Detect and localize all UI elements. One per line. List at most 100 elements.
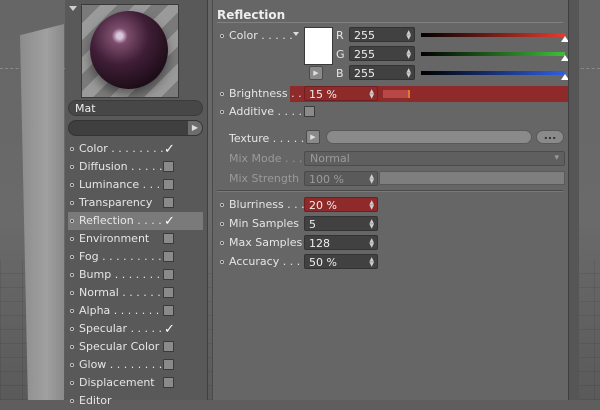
color-dropdown-icon[interactable]: [293, 32, 299, 36]
additive-label: Additive . . . .: [229, 105, 302, 118]
channel-checkbox[interactable]: [163, 269, 174, 280]
spinner-icon[interactable]: ▲ ▼: [369, 89, 374, 100]
channel-item[interactable]: Specular . . . . . ✓: [68, 320, 203, 338]
channel-checkbox[interactable]: [163, 305, 174, 316]
channel-dot-icon: [70, 309, 74, 313]
channel-item[interactable]: Luminance . . . .: [68, 176, 203, 194]
channel-item[interactable]: Alpha . . . . . . . .: [68, 302, 203, 320]
channel-checkbox[interactable]: [163, 341, 174, 352]
spinner-icon[interactable]: ▲ ▼: [369, 238, 374, 249]
material-name-field[interactable]: Mat: [68, 100, 203, 116]
channel-label: Editor: [79, 394, 112, 407]
channel-label: Diffusion . . . . .: [79, 160, 163, 173]
additive-keyframe-dot[interactable]: [220, 110, 224, 114]
max-samples-value: 128: [309, 237, 330, 250]
color-keyframe-dot[interactable]: [220, 34, 224, 38]
checkmark-icon[interactable]: ✓: [163, 215, 175, 228]
color-options-arrow-icon[interactable]: ▶: [309, 66, 323, 80]
channel-dot-icon: [70, 345, 74, 349]
channel-item[interactable]: Specular Color: [68, 338, 203, 356]
checkmark-icon[interactable]: ✓: [163, 143, 175, 156]
r-slider[interactable]: [421, 33, 565, 37]
mix-mode-dropdown[interactable]: Normal ▾: [304, 151, 565, 166]
accuracy-keyframe-dot[interactable]: [220, 260, 224, 264]
channel-item[interactable]: Bump . . . . . . . .: [68, 266, 203, 284]
blurriness-field[interactable]: 20 % ▲ ▼: [304, 197, 378, 212]
channel-item[interactable]: Diffusion . . . . .: [68, 158, 203, 176]
b-slider[interactable]: [421, 71, 565, 75]
mix-strength-value: 100 %: [309, 173, 344, 186]
channel-item[interactable]: Reflection . . . . ✓: [68, 212, 203, 230]
additive-checkbox[interactable]: [304, 106, 315, 117]
accuracy-label: Accuracy . . . .: [229, 255, 308, 268]
channel-checkbox[interactable]: [163, 251, 174, 262]
channel-label: Transparency: [79, 196, 153, 209]
color-swatch[interactable]: [304, 27, 333, 65]
texture-slot[interactable]: [326, 130, 532, 144]
r-field[interactable]: 255 ▲ ▼: [349, 27, 415, 42]
channel-label: Specular . . . . .: [79, 322, 163, 335]
checkmark-icon[interactable]: ✓: [163, 323, 175, 336]
channel-checkbox[interactable]: [163, 377, 174, 388]
min-samples-keyframe-dot[interactable]: [220, 222, 224, 226]
spinner-icon[interactable]: ▲ ▼: [406, 49, 411, 60]
brightness-slider-fill[interactable]: [383, 90, 410, 98]
blurriness-label: Blurriness . . . .: [229, 198, 312, 211]
channel-item[interactable]: Environment: [68, 230, 203, 248]
spinner-icon[interactable]: ▲ ▼: [369, 257, 374, 268]
channel-dot-icon: [70, 273, 74, 277]
play-arrow-icon[interactable]: ▶: [188, 121, 202, 135]
accuracy-value: 50 %: [309, 256, 337, 269]
spinner-icon[interactable]: ▲ ▼: [406, 30, 411, 41]
channel-item[interactable]: Editor: [68, 392, 203, 410]
channel-item[interactable]: Glow . . . . . . . . .: [68, 356, 203, 374]
channel-dot-icon: [70, 219, 74, 223]
accuracy-field[interactable]: 50 % ▲ ▼: [304, 254, 378, 269]
channel-checkbox[interactable]: [163, 287, 174, 298]
channel-dot-icon: [70, 183, 74, 187]
channel-checkbox[interactable]: [163, 197, 174, 208]
material-preview[interactable]: [81, 4, 179, 98]
spinner-icon[interactable]: ▲ ▼: [369, 219, 374, 230]
brightness-field[interactable]: 15 % ▲ ▼: [304, 86, 378, 101]
b-field[interactable]: 255 ▲ ▼: [349, 65, 415, 80]
channel-label: Alpha . . . . . . . .: [79, 304, 167, 317]
color-label: Color . . . . .: [229, 29, 293, 42]
section-divider: [217, 190, 563, 192]
texture-browse-button[interactable]: ...: [536, 130, 564, 144]
min-samples-value: 5: [309, 218, 316, 231]
channel-dot-icon: [70, 147, 74, 151]
g-field[interactable]: 255 ▲ ▼: [349, 46, 415, 61]
channel-label: Fog . . . . . . . . .: [79, 250, 162, 263]
channel-dot-icon: [70, 255, 74, 259]
channel-checkbox[interactable]: [163, 179, 174, 190]
channel-item[interactable]: Transparency: [68, 194, 203, 212]
max-samples-field[interactable]: 128 ▲ ▼: [304, 235, 378, 250]
blurriness-keyframe-dot[interactable]: [220, 203, 224, 207]
mix-strength-slider[interactable]: [379, 171, 565, 185]
chevron-down-icon: ▾: [554, 153, 559, 163]
material-scroll-bar[interactable]: ▶: [68, 120, 203, 136]
mix-strength-field[interactable]: 100 % ▲ ▼: [304, 171, 378, 186]
channel-item[interactable]: Fog . . . . . . . . .: [68, 248, 203, 266]
channel-dot-icon: [70, 363, 74, 367]
collapse-triangle-icon[interactable]: [69, 6, 77, 11]
channel-checkbox[interactable]: [163, 233, 174, 244]
channel-item[interactable]: Color . . . . . . . . ✓: [68, 140, 203, 158]
g-slider[interactable]: [421, 52, 565, 56]
panel-scroll-edge[interactable]: [568, 0, 579, 400]
channel-item[interactable]: Displacement: [68, 374, 203, 392]
max-samples-keyframe-dot[interactable]: [220, 241, 224, 245]
channel-item[interactable]: Normal . . . . . .: [68, 284, 203, 302]
brightness-keyframe-dot[interactable]: [220, 92, 224, 96]
channel-label: Bump . . . . . . . .: [79, 268, 168, 281]
channel-dot-icon: [70, 237, 74, 241]
channel-checkbox[interactable]: [163, 161, 174, 172]
spinner-icon[interactable]: ▲ ▼: [369, 174, 374, 185]
min-samples-field[interactable]: 5 ▲ ▼: [304, 216, 378, 231]
spinner-icon[interactable]: ▲ ▼: [406, 68, 411, 79]
channel-checkbox[interactable]: [163, 359, 174, 370]
channel-label: Environment: [79, 232, 150, 245]
texture-arrow-icon[interactable]: ▶: [306, 130, 320, 144]
spinner-icon[interactable]: ▲ ▼: [369, 200, 374, 211]
